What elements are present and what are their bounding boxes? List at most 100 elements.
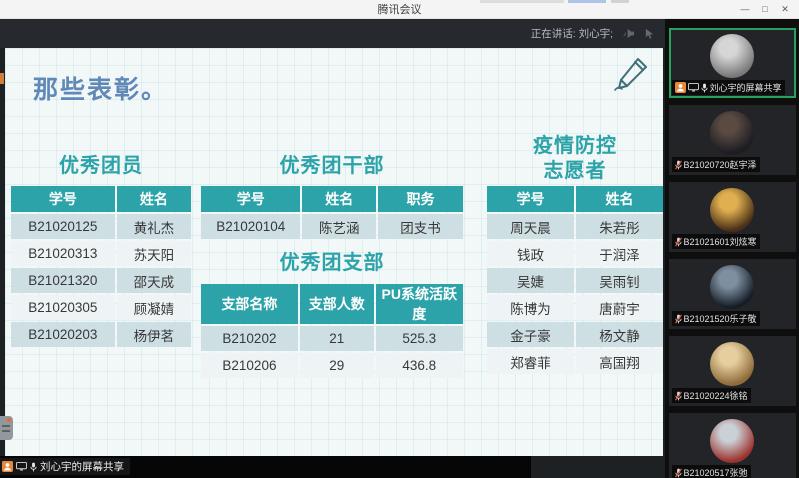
table-row: B21020125黄礼杰: [11, 214, 191, 239]
section-heading-branches: 优秀团支部: [201, 251, 463, 276]
participant-tile[interactable]: B21020224徐铭: [669, 336, 796, 406]
table-row: 陈博为唐蔚宇: [487, 295, 663, 320]
window-title: 腾讯会议: [378, 1, 422, 17]
table-row: B21021320邵天成: [11, 268, 191, 293]
table-cell: 陈艺涵: [302, 214, 376, 239]
table-cell: 436.8: [376, 353, 463, 378]
table-cell: B21020125: [11, 214, 115, 239]
column-header: 学号: [11, 186, 115, 212]
table-row: 钱政于润泽: [487, 241, 663, 266]
close-button[interactable]: ✕: [775, 0, 795, 18]
mic-muted-icon: [675, 391, 682, 401]
participant-label: B21020224徐铭: [672, 388, 751, 403]
participant-avatar: [710, 188, 754, 232]
slide-title: 那些表彰。: [33, 70, 168, 106]
table-cell: B210206: [201, 353, 298, 378]
table-cell: 29: [300, 353, 374, 378]
participants-sidebar[interactable]: 刘心宇的屏幕共享 B21020720赵宇泽 B21021601刘炫寒 B2102152…: [665, 18, 799, 478]
participant-avatar: [710, 342, 754, 386]
table-cell: B21021320: [11, 268, 115, 293]
section-heading-cadres: 优秀团干部: [201, 154, 463, 179]
table-cell: B21020305: [11, 295, 115, 320]
screen-icon: [688, 83, 699, 92]
column-header: 姓名: [302, 186, 376, 212]
column-header: 学号: [201, 186, 300, 212]
presenter-icon: [2, 461, 13, 472]
participant-label: B21020517张弛: [672, 465, 751, 478]
table-row: B21020104陈艺涵团支书: [201, 214, 463, 239]
participant-label: B21021601刘炫寒: [672, 234, 760, 249]
minimize-button[interactable]: —: [735, 0, 755, 18]
column-header: 支部人数: [300, 284, 374, 324]
speaker-status-bar: 正在讲话: 刘心宇;: [0, 18, 665, 48]
table-cell: 21: [300, 326, 374, 351]
table-row: B21020305顾凝婧: [11, 295, 191, 320]
presenter-tools-chip[interactable]: [0, 416, 13, 440]
table-header-row: 支部名称支部人数PU系统活跃度: [201, 284, 463, 324]
column-header: 姓名: [117, 186, 191, 212]
participant-tile[interactable]: B21020720赵宇泽: [669, 105, 796, 175]
background-window-tab: [480, 0, 564, 3]
participant-tile[interactable]: B21021520乐子敬: [669, 259, 796, 329]
participant-name: B21020224徐铭: [684, 389, 748, 402]
table-row: 吴婕吴雨钊: [487, 268, 663, 293]
branches-table: 支部名称支部人数PU系统活跃度B21020221525.3B2102062943…: [199, 282, 465, 380]
table-cell: 吴婕: [487, 268, 574, 293]
column-header: PU系统活跃度: [376, 284, 463, 324]
table-row: 周天晨朱若彤: [487, 214, 663, 239]
table-cell: 525.3: [376, 326, 463, 351]
screen-share-badge: 刘心宇的屏幕共享: [0, 458, 130, 475]
table-cell: 杨文静: [576, 322, 663, 347]
participant-avatar: [710, 265, 754, 309]
speaker-horn-icon: [622, 28, 635, 39]
participant-name: B21021601刘炫寒: [684, 235, 757, 248]
table-row: B21020313苏天阳: [11, 241, 191, 266]
column-header: 职务: [378, 186, 463, 212]
participant-name: B21020720赵宇泽: [684, 158, 757, 171]
participant-tile[interactable]: B21021601刘炫寒: [669, 182, 796, 252]
table-cell: 周天晨: [487, 214, 574, 239]
table-cell: 郑睿菲: [487, 349, 574, 374]
table-cell: 黄礼杰: [117, 214, 191, 239]
table-row: 金子豪杨文静: [487, 322, 663, 347]
mic-muted-icon: [675, 314, 682, 324]
table-row: B21020221525.3: [201, 326, 463, 351]
table-header-row: 学号姓名: [11, 186, 191, 212]
maximize-button[interactable]: □: [755, 0, 775, 18]
participant-label: B21020720赵宇泽: [672, 157, 760, 172]
participant-tile[interactable]: B21020517张弛: [669, 413, 796, 478]
cadres-table: 学号姓名职务B21020104陈艺涵团支书: [199, 184, 465, 241]
table-cell: 钱政: [487, 241, 574, 266]
section-heading-volunteers: 疫情防控 志愿者: [487, 134, 663, 184]
background-window-tab: [611, 0, 629, 3]
column-header: 姓名: [576, 186, 663, 212]
table-cell: 杨伊茗: [117, 322, 191, 347]
mic-icon: [701, 83, 708, 93]
table-row: B21020203杨伊茗: [11, 322, 191, 347]
participant-name: B21021520乐子敬: [684, 312, 757, 325]
table-cell: 邵天成: [117, 268, 191, 293]
table-cell: 金子豪: [487, 322, 574, 347]
table-row: 郑睿菲高国翔: [487, 349, 663, 374]
cursor-arrow-icon: [644, 28, 655, 39]
speaking-status-text: 正在讲话: 刘心宇;: [531, 26, 613, 41]
table-header-row: 学号姓名: [487, 186, 663, 212]
heading-line: 疫情防控: [533, 135, 617, 157]
table-cell: 陈博为: [487, 295, 574, 320]
background-window-tab: [568, 0, 606, 3]
chip-line: [2, 430, 10, 432]
table-cell: 于润泽: [576, 241, 663, 266]
table-cell: 顾凝婧: [117, 295, 191, 320]
screen-share-label: 刘心宇的屏幕共享: [40, 459, 124, 474]
participant-tile[interactable]: 刘心宇的屏幕共享: [669, 28, 796, 98]
mic-muted-icon: [675, 160, 682, 170]
table-row: B21020629436.8: [201, 353, 463, 378]
participant-avatar: [710, 34, 754, 78]
table-header-row: 学号姓名职务: [201, 186, 463, 212]
section-heading-members: 优秀团员: [11, 154, 191, 179]
microphone-icon: [30, 462, 37, 472]
table-cell: B21020313: [11, 241, 115, 266]
table-cell: B210202: [201, 326, 298, 351]
meeting-main-area: 正在讲话: 刘心宇; 那些表彰。 优秀团员 优秀团干部 优秀团支部 疫情防控 志…: [0, 18, 665, 478]
window-controls: — □ ✕: [735, 0, 795, 18]
